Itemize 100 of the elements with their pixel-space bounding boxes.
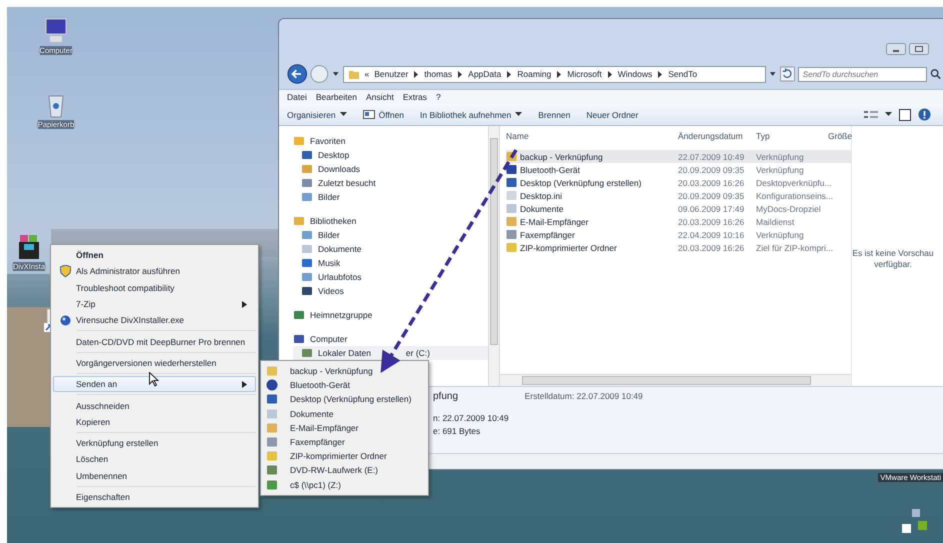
toolbar-button[interactable]: Brennen [538, 110, 570, 120]
menu-item[interactable]: Löschen [53, 451, 256, 468]
breadcrumb-item[interactable]: Windows [618, 69, 652, 79]
refresh-icon[interactable] [780, 66, 795, 82]
menu-item[interactable]: Desktop (Verknüpfung erstellen) [263, 392, 426, 407]
breadcrumb-item[interactable]: Roaming [517, 69, 552, 79]
column-header[interactable]: Typ [756, 131, 828, 141]
chevron-icon[interactable] [556, 70, 562, 78]
minimize-icon[interactable] [886, 43, 906, 55]
menu-item[interactable]: Bearbeiten [316, 92, 357, 102]
menu-item[interactable]: Troubleshoot compatibility [53, 280, 256, 296]
view-icon[interactable] [864, 110, 878, 120]
file-row[interactable]: Desktop (Verknüpfung erstellen) 20.03.2009 16:26 Desktopverknüpfu... [506, 176, 851, 189]
scrollbar[interactable] [488, 126, 499, 386]
preview-message: Es ist keine Vorschau verfügbar. [852, 248, 934, 270]
menu-item[interactable]: Dokumente [263, 406, 426, 421]
toolbar-button[interactable]: Öffnen [362, 110, 404, 120]
file-name: pfung [433, 391, 460, 402]
menu-item[interactable]: 7-Zip [53, 296, 256, 312]
submenu-arrow-icon [242, 380, 247, 388]
nav-item[interactable]: Lokaler Daten er (C:) [293, 346, 488, 360]
detail-text: e: 691 Bytes [433, 426, 482, 436]
window-icon [362, 110, 375, 119]
breadcrumb-item[interactable]: Benutzer [374, 69, 408, 79]
menu-item[interactable]: Als Administrator ausführen [53, 263, 256, 280]
mouse-cursor-icon [149, 372, 159, 387]
breadcrumb-item[interactable]: SendTo [668, 69, 698, 79]
submenu-arrow-icon [242, 300, 247, 308]
menu-item[interactable]: Virensuche DivXInstaller.exe [53, 312, 256, 328]
menu-item[interactable]: Extras [402, 92, 427, 102]
caret-icon[interactable] [332, 70, 340, 78]
breadcrumb-item[interactable]: AppData [468, 69, 502, 79]
menu-item[interactable]: Ausschneiden [53, 397, 256, 414]
menu-item[interactable]: Vorgängerversionen wiederherstellen [53, 354, 256, 372]
chevron-icon[interactable] [457, 70, 464, 78]
nav-item[interactable]: Urlaubfotos [293, 270, 488, 284]
column-header[interactable]: Änderungsdatum [678, 131, 756, 141]
nav-item[interactable]: Musik [293, 256, 488, 270]
detail-text: Erstelldatum: 22.07.2009 10:49 [524, 391, 643, 403]
file-row[interactable]: backup - Verknüpfung 22.07.2009 10:49 Verknüpfung [506, 150, 851, 163]
back-icon[interactable] [287, 63, 308, 85]
caret-icon[interactable] [885, 112, 892, 117]
breadcrumb-item[interactable]: thomas [424, 69, 452, 79]
menu-item[interactable]: Öffnen [53, 247, 256, 264]
menu-item[interactable]: Ansicht [366, 92, 394, 102]
file-row[interactable]: Desktop.ini 20.09.2009 09:35 Konfigurationseins... [506, 189, 851, 202]
chevron-icon[interactable] [506, 70, 512, 78]
file-row[interactable]: Faxempfänger 22.04.2009 10:16 Verknüpfung [506, 228, 851, 241]
caret-icon[interactable] [769, 70, 777, 78]
search-field[interactable]: SendTo durchsuchen [798, 66, 927, 82]
detail-text: n: 22.07.2009 10:49 [433, 413, 509, 423]
breadcrumb-item[interactable]: « [364, 69, 370, 79]
address-bar[interactable]: « Benutzer thomas AppData Roaming Microsoft Windows SendTo [342, 66, 766, 82]
nav-item[interactable]: Downloads [293, 162, 488, 176]
caret-icon [515, 112, 522, 117]
menu-item[interactable]: DVD-RW-Laufwerk (E:) [263, 463, 426, 478]
menu-item[interactable]: Umbenennen [53, 468, 256, 484]
nav-item[interactable]: Favoriten [293, 134, 488, 148]
menu-item[interactable]: E-Mail-Empfänger [263, 420, 426, 435]
maximize-icon[interactable] [909, 43, 929, 55]
column-header[interactable]: Name [506, 131, 678, 141]
menu-item[interactable]: Verknüpfung erstellen [53, 434, 256, 452]
shield-icon [60, 265, 70, 278]
file-row[interactable]: Dokumente 09.06.2009 17:49 MyDocs-Dropziel [506, 202, 851, 215]
menu-item[interactable]: Bluetooth-Gerät [263, 378, 426, 392]
nav-item[interactable]: Computer [293, 332, 488, 346]
breadcrumb-item[interactable]: Microsoft [567, 69, 602, 79]
chevron-icon[interactable] [657, 70, 664, 78]
search-icon[interactable] [930, 68, 941, 80]
nav-item[interactable]: Zuletzt besucht [293, 176, 488, 190]
file-row[interactable]: Bluetooth-Gerät 20.09.2009 09:35 Verknüpfung [506, 163, 851, 176]
menu-item[interactable]: Senden an [53, 376, 256, 392]
preview-pane-icon[interactable] [899, 108, 911, 120]
chevron-icon[interactable] [413, 70, 420, 78]
toolbar-button[interactable]: Organisieren [287, 110, 347, 120]
menu-item[interactable]: Daten-CD/DVD mit DeepBurner Pro brennen [53, 333, 256, 350]
caret-icon [340, 112, 347, 117]
menu-item[interactable]: Datei [287, 92, 307, 102]
menu-item[interactable]: c$ (\\pc1) (Z:) [263, 478, 426, 492]
nav-item[interactable]: Bilder [293, 228, 488, 242]
menu-item[interactable]: Eigenschaften [53, 488, 256, 506]
help-icon[interactable] [918, 108, 931, 121]
nav-item[interactable]: Dokumente [293, 242, 488, 256]
file-row[interactable]: ZIP-komprimierter Ordner 20.03.2009 16:26 Ziel für ZIP-kompri... [506, 241, 851, 254]
toolbar-button[interactable]: In Bibliothek aufnehmen [420, 110, 522, 120]
menu-item[interactable]: Faxempfänger [263, 434, 426, 450]
nav-item[interactable]: Desktop [293, 148, 488, 162]
menu-item[interactable]: ? [436, 92, 441, 102]
globe-icon [60, 314, 70, 326]
nav-item[interactable]: Bibliotheken [293, 214, 488, 228]
chevron-icon[interactable] [606, 70, 613, 78]
toolbar-button[interactable]: Neuer Ordner [586, 110, 638, 120]
scrollbar[interactable] [500, 374, 851, 386]
file-row[interactable]: E-Mail-Empfänger 20.03.2009 16:26 Maildienst [506, 215, 851, 228]
nav-item[interactable]: Videos [293, 284, 488, 298]
menu-item[interactable]: Kopieren [53, 414, 256, 430]
nav-item[interactable]: Bilder [293, 190, 488, 204]
menu-item[interactable]: ZIP-komprimierter Ordner [263, 449, 426, 464]
menu-item[interactable]: backup - Verknüpfung [263, 364, 426, 378]
nav-item[interactable]: Heimnetzgruppe [293, 308, 488, 322]
